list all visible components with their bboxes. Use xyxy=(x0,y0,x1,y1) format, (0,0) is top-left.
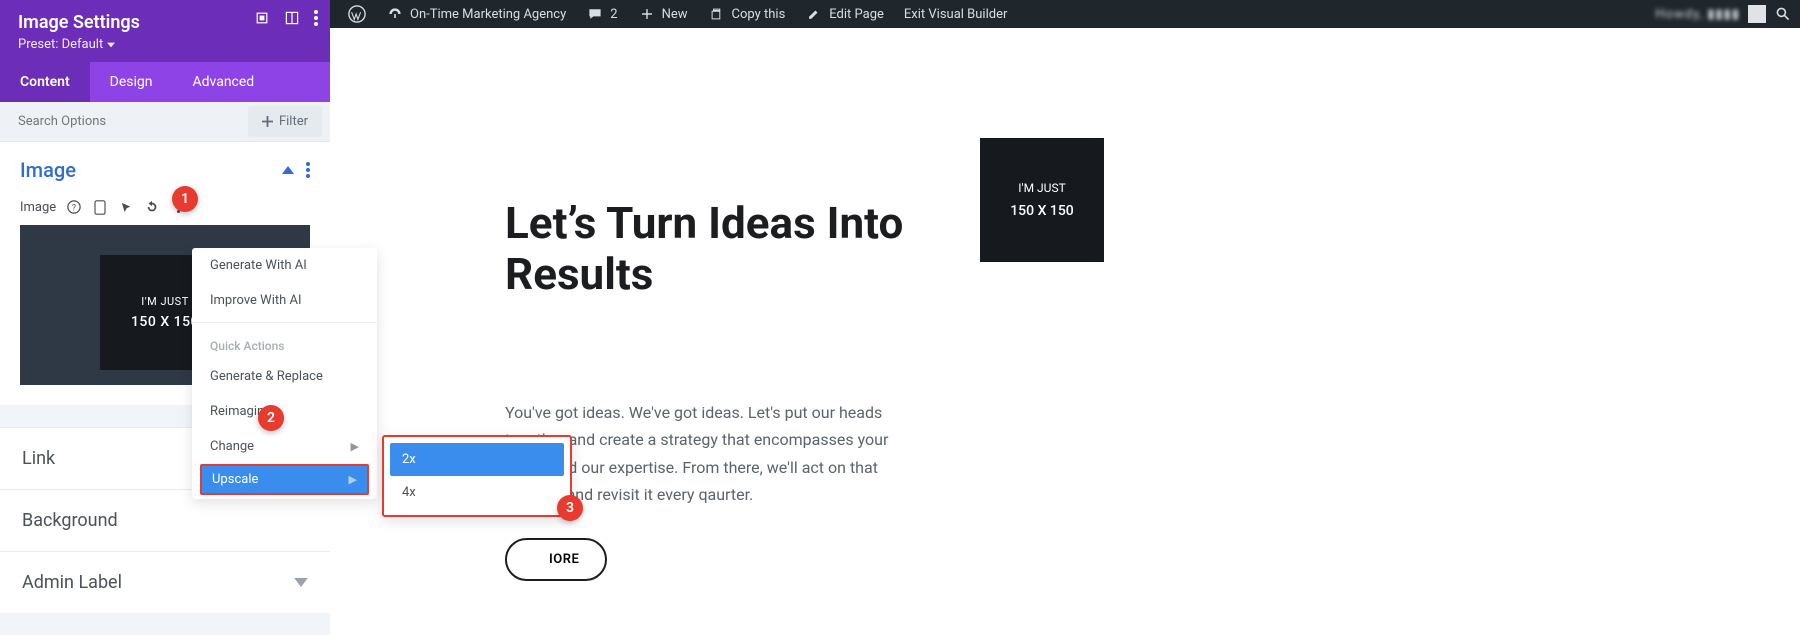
image-field-row: Image ? xyxy=(0,193,330,221)
hover-icon[interactable] xyxy=(118,199,134,215)
hero-image-placeholder: I'M JUST 150 X 150 xyxy=(980,138,1104,262)
image-field-label: Image xyxy=(20,200,56,215)
chevron-right-icon: ▶ xyxy=(349,473,357,486)
avatar[interactable] xyxy=(1748,5,1766,23)
copy-icon xyxy=(708,5,726,23)
tablet-icon[interactable] xyxy=(92,199,108,215)
copy-this-label: Copy this xyxy=(732,7,786,22)
search-row: Filter xyxy=(0,102,330,142)
pencil-icon xyxy=(805,5,823,23)
menu-upscale[interactable]: Upscale ▶ xyxy=(200,464,369,495)
upscale-submenu: 2x 4x xyxy=(382,435,572,517)
preset-dropdown[interactable]: Preset: Default xyxy=(18,37,115,52)
search-icon[interactable] xyxy=(1774,5,1792,23)
tab-design[interactable]: Design xyxy=(90,62,173,102)
menu-improve-ai[interactable]: Improve With AI xyxy=(192,283,377,318)
tab-content[interactable]: Content xyxy=(0,62,90,102)
edit-page-label: Edit Page xyxy=(829,7,884,22)
menu-separator xyxy=(192,322,377,323)
edit-page-link[interactable]: Edit Page xyxy=(795,0,894,28)
menu-quick-actions-header: Quick Actions xyxy=(192,327,377,359)
learn-more-button[interactable]: IORE xyxy=(505,538,607,581)
panel-menu-icon[interactable] xyxy=(314,10,318,26)
reset-icon[interactable] xyxy=(144,199,160,215)
callout-badge-1: 1 xyxy=(172,186,198,212)
wp-logo[interactable] xyxy=(338,0,376,28)
background-section-label: Background xyxy=(22,510,118,531)
panel-layout-icon[interactable] xyxy=(284,10,300,26)
image-section-head[interactable]: Image xyxy=(0,142,330,193)
image-section-title: Image xyxy=(20,158,282,182)
help-icon[interactable]: ? xyxy=(66,199,82,215)
expand-icon[interactable] xyxy=(254,10,270,26)
menu-improve-ai-label: Improve With AI xyxy=(210,293,302,308)
svg-text:?: ? xyxy=(72,204,76,214)
callout-badge-3: 3 xyxy=(557,495,583,521)
site-name-text: On-Time Marketing Agency xyxy=(410,7,566,22)
chevron-right-icon: ▶ xyxy=(351,440,359,453)
admin-label-section-label: Admin Label xyxy=(22,572,122,593)
chevron-down-icon xyxy=(294,578,308,587)
menu-change[interactable]: Change ▶ xyxy=(192,429,377,464)
section-menu-icon[interactable] xyxy=(306,162,310,178)
right-img-line2: 150 X 150 xyxy=(1010,203,1074,219)
submenu-4x[interactable]: 4x xyxy=(390,476,564,509)
ai-menu: Generate With AI Improve With AI Quick A… xyxy=(192,248,377,499)
link-section-label: Link xyxy=(22,448,55,469)
hero-heading: Let’s Turn Ideas Into Results xyxy=(505,198,935,299)
menu-change-label: Change xyxy=(210,439,254,454)
menu-generate-replace[interactable]: Generate & Replace xyxy=(192,359,377,394)
greeting-text[interactable]: Howdy, ▮▮▮▮ xyxy=(1655,7,1740,22)
filter-label: Filter xyxy=(279,114,308,129)
callout-badge-2: 2 xyxy=(258,405,284,431)
right-img-line1: I'M JUST xyxy=(1018,181,1066,195)
submenu-2x[interactable]: 2x xyxy=(390,443,564,476)
wordpress-icon xyxy=(348,5,366,23)
adminbar-right: Howdy, ▮▮▮▮ xyxy=(1655,5,1792,23)
panel-tabs: Content Design Advanced xyxy=(0,62,330,102)
menu-upscale-label: Upscale xyxy=(212,472,258,487)
search-input[interactable] xyxy=(0,102,248,141)
menu-reimagine[interactable]: Reimagine xyxy=(192,394,377,429)
exit-visual-builder-link[interactable]: Exit Visual Builder xyxy=(894,0,1017,28)
plus-icon xyxy=(262,116,273,127)
dashboard-icon xyxy=(386,5,404,23)
panel-header-actions xyxy=(254,10,318,26)
preset-label: Preset: Default xyxy=(18,37,103,52)
placeholder-line1: I'M JUST xyxy=(141,295,189,308)
site-name-link[interactable]: On-Time Marketing Agency xyxy=(376,0,576,28)
comments-link[interactable]: 2 xyxy=(576,0,627,28)
chevron-down-icon xyxy=(107,42,115,48)
copy-this-link[interactable]: Copy this xyxy=(698,0,796,28)
new-content-link[interactable]: New xyxy=(628,0,698,28)
hero-block: Let’s Turn Ideas Into Results You've got… xyxy=(505,198,935,581)
comment-icon xyxy=(586,5,604,23)
chevron-up-icon[interactable] xyxy=(282,166,294,174)
menu-generate-ai[interactable]: Generate With AI xyxy=(192,248,377,283)
filter-button[interactable]: Filter xyxy=(248,106,322,137)
page-canvas: Let’s Turn Ideas Into Results You've got… xyxy=(330,28,1800,635)
panel-header: Image Settings Preset: Default xyxy=(0,0,330,62)
admin-label-section[interactable]: Admin Label xyxy=(0,551,330,613)
exit-vb-label: Exit Visual Builder xyxy=(904,7,1007,22)
menu-generate-replace-label: Generate & Replace xyxy=(210,369,323,384)
menu-generate-ai-label: Generate With AI xyxy=(210,258,307,273)
comments-count: 2 xyxy=(610,7,617,22)
wp-admin-bar: On-Time Marketing Agency 2 New Copy this… xyxy=(330,0,1800,28)
new-label: New xyxy=(662,7,688,22)
tab-advanced[interactable]: Advanced xyxy=(173,62,275,102)
placeholder-line2: 150 X 150 xyxy=(131,314,199,330)
plus-icon xyxy=(638,5,656,23)
